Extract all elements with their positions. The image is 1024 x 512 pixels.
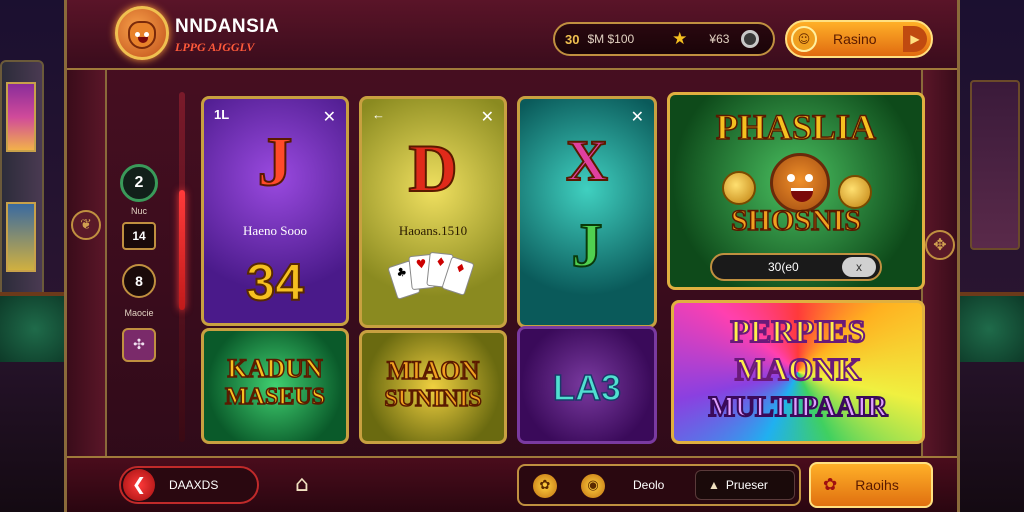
featured-amount-value: 30(e0 [768, 260, 799, 274]
raoihs-button-label: Raoihs [855, 477, 899, 493]
level-caption: Nuc [130, 206, 147, 216]
featured-subtitle: SHOSNIS [730, 204, 862, 237]
top-bar: NNDANSIA LPPG AJGGLV 30 $M $100 ★ ¥63 ☺ … [67, 0, 957, 70]
gold-coin-icon[interactable]: ◉ [581, 474, 605, 498]
fleur-ornament-icon: ✥ [925, 230, 955, 260]
featured-amount-field[interactable]: 30(e0 x [710, 253, 882, 281]
card-letter-top: X [565, 127, 609, 194]
card-corner-label: 1L [214, 107, 230, 122]
featured-game-card[interactable]: PHASLIA SHOSNIS 30(e0 x [667, 92, 925, 290]
close-icon[interactable]: ✕ [481, 107, 494, 126]
raoihs-button[interactable]: ✿ Raoihs [809, 462, 933, 508]
coin-ring-icon [741, 30, 760, 48]
deolo-text: Deolo [633, 478, 665, 492]
prueser-button[interactable]: ▲ Prueser [695, 470, 795, 500]
slot-machine-decoration [0, 60, 44, 300]
rasino-button[interactable]: ☺ Rasino ▶ [785, 20, 933, 58]
background-right-scene [954, 0, 1024, 512]
card-title-line1: PERPIES [729, 313, 866, 349]
card-letter: J [257, 123, 294, 202]
lion-logo-icon [115, 6, 169, 60]
close-icon[interactable]: ✕ [631, 107, 644, 126]
game-card-la3[interactable]: LA3 [517, 326, 657, 444]
card-caption: Haeno Sooo [243, 223, 307, 238]
balance-primary: 30 [565, 31, 580, 47]
right-ornament-rail: ✥ [921, 70, 957, 460]
bottom-controls-group: ✿ ◉ Deolo ▲ Prueser [517, 464, 801, 506]
balance-secondary: $M $100 [587, 32, 635, 46]
card-caption: Haoans.1510 [398, 223, 468, 238]
game-card-multipaair[interactable]: PERPIES MAONK MULTIPAAIR [671, 300, 925, 444]
puzzle-icon[interactable]: ✣ [122, 328, 156, 362]
game-card-d[interactable]: ← ✕ D Haoans.1510 ♣ ♥ ♦ ♦ [359, 96, 507, 328]
background-left-scene [0, 0, 70, 512]
back-button-label: DAAXDS [169, 478, 219, 492]
game-frame: NNDANSIA LPPG AJGGLV 30 $M $100 ★ ¥63 ☺ … [64, 0, 960, 512]
slot-machine-decoration [970, 80, 1020, 250]
ornament-knob-icon: ❦ [71, 210, 101, 240]
featured-title: PHASLIA [715, 107, 877, 147]
counter-box[interactable]: 14 [122, 222, 156, 250]
user-coin-icon: ☺ [791, 26, 817, 52]
game-card-j[interactable]: 1L ✕ J Haeno Sooo 34 [201, 96, 349, 326]
card-title-line2: MAONK [734, 351, 862, 387]
left-ornament-rail: ❦ [67, 70, 107, 460]
casino-table-decoration [0, 292, 70, 362]
clear-button[interactable]: x [842, 257, 876, 277]
coin-stack-icon [722, 171, 756, 205]
app-subtitle: LPPG AJGGLV [175, 40, 255, 54]
card-number: 34 [245, 253, 305, 313]
gold-badge-icon[interactable]: ✿ [533, 474, 557, 498]
bottom-bar: ❮ DAAXDS ⌂ ✿ ◉ Deolo ▲ Prueser ✿ Raoihs [67, 456, 957, 512]
chevron-right-icon: ▶ [903, 26, 927, 52]
balance-display[interactable]: 30 $M $100 ★ ¥63 [553, 22, 775, 56]
card-title-line1: MIAON [386, 356, 480, 385]
side-stats-panel: 2 Nuc 14 8 Maocie ✣ [117, 160, 161, 362]
casino-table-decoration [954, 292, 1024, 362]
app-title: NNDANSIA [175, 16, 280, 37]
card-letter: D [407, 129, 458, 207]
user-icon: ▲ [708, 478, 720, 492]
card-title-line3: MULTIPAAIR [708, 392, 889, 424]
card-title: LA3 [552, 366, 622, 409]
chevron-left-icon: ❮ [123, 469, 155, 501]
game-card-miaon[interactable]: MIAON SUNINIS [359, 330, 507, 444]
level-badge[interactable]: 2 [120, 164, 158, 202]
game-card-x[interactable]: ✕ X J [517, 96, 657, 328]
card-title-line1: KADUN [227, 354, 324, 383]
stars-value: ¥63 [709, 32, 730, 46]
card-title-line2: MASEUS [224, 384, 326, 411]
rasino-button-label: Rasino [833, 31, 877, 47]
side-label: Maocie [124, 308, 154, 318]
counter-oval[interactable]: 8 [122, 264, 156, 298]
bet-slider-handle[interactable] [179, 190, 185, 310]
back-arrow-icon[interactable]: ← [372, 107, 385, 122]
home-icon[interactable]: ⌂ [287, 470, 317, 500]
star-icon: ★ [672, 29, 688, 48]
back-button[interactable]: ❮ DAAXDS [119, 466, 259, 504]
card-title-line2: SUNINIS [384, 386, 483, 413]
prueser-button-label: Prueser [725, 478, 768, 492]
playing-cards-icon: ♣ ♥ ♦ ♦ [387, 251, 482, 313]
flower-icon: ✿ [823, 475, 838, 495]
game-card-kadun[interactable]: KADUN MASEUS [201, 328, 349, 444]
card-letter-bottom: J [571, 211, 604, 281]
